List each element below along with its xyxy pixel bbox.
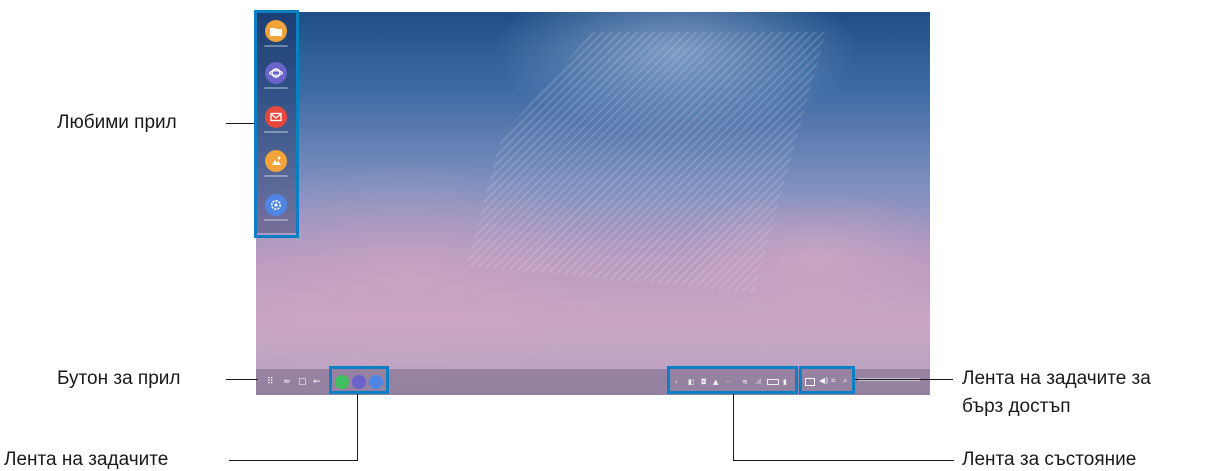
desktop-screen — [256, 12, 930, 395]
status-bar-highlight — [667, 366, 798, 394]
label-taskbar: Лента на задачите — [4, 449, 169, 470]
callout-line-apps-button — [226, 379, 258, 380]
label-status-bar: Лента за състояние — [962, 449, 1137, 470]
callout-line-favorites — [226, 123, 254, 124]
apps-grid-icon[interactable]: ⠿ — [267, 377, 274, 387]
favorite-apps-highlight — [254, 10, 299, 238]
home-icon[interactable]: ▢ — [298, 377, 307, 387]
label-quick-access-1: Лента на задачите за — [962, 368, 1151, 389]
callout-line-status-h — [733, 460, 954, 461]
label-favorite-apps: Любими прил — [57, 112, 177, 133]
label-apps-button: Бутон за прил — [57, 368, 181, 389]
callout-line-quick-access — [855, 379, 953, 380]
label-quick-access-2: бърз достъп — [962, 396, 1071, 417]
taskbar-highlight — [329, 366, 389, 394]
wallpaper-pattern — [466, 32, 826, 292]
callout-line-taskbar-h — [229, 460, 358, 461]
callout-line-taskbar-v — [357, 394, 358, 461]
back-icon[interactable]: ← — [313, 377, 321, 387]
quick-access-highlight — [799, 366, 855, 394]
recent-icon[interactable]: ≈ — [283, 377, 291, 387]
callout-line-status-v — [733, 394, 734, 461]
